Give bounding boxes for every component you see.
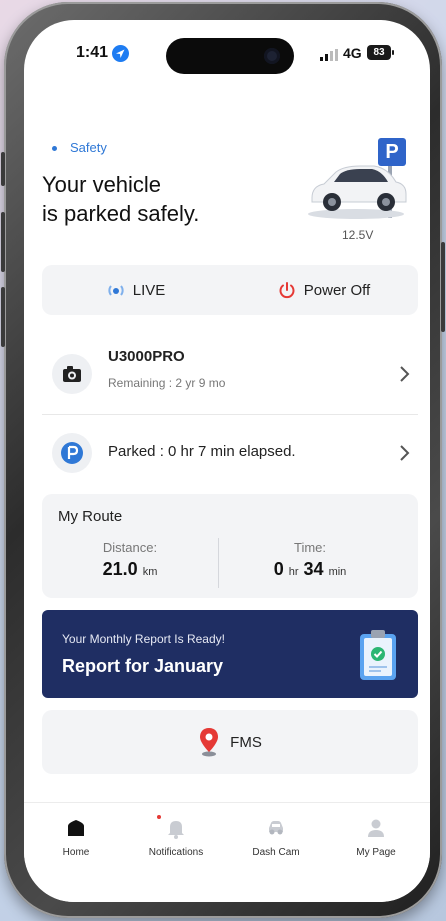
time-minutes: 34 <box>303 559 324 579</box>
time-hr-unit: hr <box>288 566 299 578</box>
power-icon <box>279 282 295 299</box>
tab-home-label: Home <box>62 847 90 858</box>
route-title: My Route <box>58 508 123 525</box>
time-hours: 0 <box>273 559 284 579</box>
mute-switch <box>1 152 5 186</box>
tab-my-page[interactable]: My Page <box>326 817 426 858</box>
bell-icon <box>157 815 187 839</box>
safety-dot-icon <box>52 146 57 151</box>
my-route-card[interactable]: My Route Distance: 21.0 km Time: 0 hr 34… <box>42 494 418 598</box>
camera-icon-badge <box>52 354 92 394</box>
fms-label: FMS <box>230 733 262 751</box>
tab-dash-cam-label: Dash Cam <box>252 847 300 858</box>
safety-badge: Safety <box>70 140 107 155</box>
tab-home[interactable]: Home <box>26 817 126 858</box>
user-icon <box>365 817 387 839</box>
network-type: 4G <box>343 45 362 61</box>
fms-card[interactable]: FMS <box>42 710 418 774</box>
live-label: LIVE <box>132 281 166 299</box>
report-title: Report for January <box>62 656 224 676</box>
route-separator <box>218 538 219 588</box>
tab-notifications[interactable]: Notifications <box>126 815 226 858</box>
status-bar: 1:41 4G 83 <box>24 20 430 82</box>
signal-bars-icon <box>320 49 338 61</box>
time-label: Time: <box>293 540 327 555</box>
distance-unit: km <box>142 566 158 578</box>
status-time: 1:41 <box>76 44 109 61</box>
home-icon <box>65 817 87 839</box>
device-row[interactable]: U3000PRO Remaining : 2 yr 9 mo <box>42 336 418 412</box>
volume-up-button <box>1 212 5 272</box>
location-arrow-icon <box>112 45 129 62</box>
parking-icon <box>61 442 83 464</box>
camera-icon <box>63 366 81 382</box>
distance-value: 21.0 <box>102 559 138 579</box>
fms-button[interactable]: FMS <box>42 710 418 774</box>
battery-icon: 83 <box>367 45 394 60</box>
car-icon <box>265 817 287 839</box>
front-camera-icon <box>264 48 280 64</box>
chevron-right-icon <box>400 366 410 382</box>
tab-my-page-label: My Page <box>356 847 396 858</box>
parking-status-headline: Your vehicle is parked safely. <box>42 170 199 228</box>
parked-car-illustration: P <box>304 138 414 222</box>
time-min-unit: min <box>328 566 347 578</box>
distance-label: Distance: <box>102 540 158 555</box>
app-screen: 1:41 4G 83 Safety Your vehicle is parked… <box>24 20 430 902</box>
time-value-line: 0 hr 34 min <box>222 559 398 580</box>
controls-card: LIVE Power Off <box>42 265 418 315</box>
route-distance: Distance: 21.0 km <box>42 540 218 580</box>
report-subtitle: Your Monthly Report Is Ready! <box>62 632 225 646</box>
parking-sign-label: P <box>385 141 399 163</box>
headline-line-1: Your vehicle <box>42 172 162 197</box>
live-broadcast-icon <box>108 285 124 296</box>
tab-notifications-label: Notifications <box>148 847 204 858</box>
parked-elapsed-text: Parked : 0 hr 7 min elapsed. <box>108 443 296 460</box>
power-off-button[interactable]: Power Off <box>230 265 418 315</box>
dynamic-island <box>166 38 294 74</box>
power-off-label: Power Off <box>303 281 371 299</box>
tab-dash-cam[interactable]: Dash Cam <box>226 817 326 858</box>
distance-value-line: 21.0 km <box>42 559 218 580</box>
clipboard-check-icon <box>360 630 396 680</box>
volume-down-button <box>1 287 5 347</box>
notification-dot <box>157 815 161 819</box>
divider <box>42 414 418 415</box>
device-name: U3000PRO <box>108 348 185 365</box>
side-button <box>441 242 445 332</box>
device-remaining: Remaining : 2 yr 9 mo <box>108 376 226 390</box>
chevron-right-icon <box>400 445 410 461</box>
live-button[interactable]: LIVE <box>42 265 230 315</box>
phone-frame: 1:41 4G 83 Safety Your vehicle is parked… <box>1 2 445 918</box>
bottom-tab-bar: Home Notifications Dash Cam My Page <box>24 802 430 902</box>
map-pin-icon <box>200 728 219 757</box>
route-time: Time: 0 hr 34 min <box>222 540 398 580</box>
parked-status-row[interactable]: Parked : 0 hr 7 min elapsed. <box>42 418 418 488</box>
parking-icon-badge <box>52 433 92 473</box>
battery-voltage: 12.5V <box>342 228 374 242</box>
monthly-report-banner[interactable]: Your Monthly Report Is Ready! Report for… <box>42 610 418 698</box>
headline-line-2: is parked safely. <box>42 201 200 226</box>
